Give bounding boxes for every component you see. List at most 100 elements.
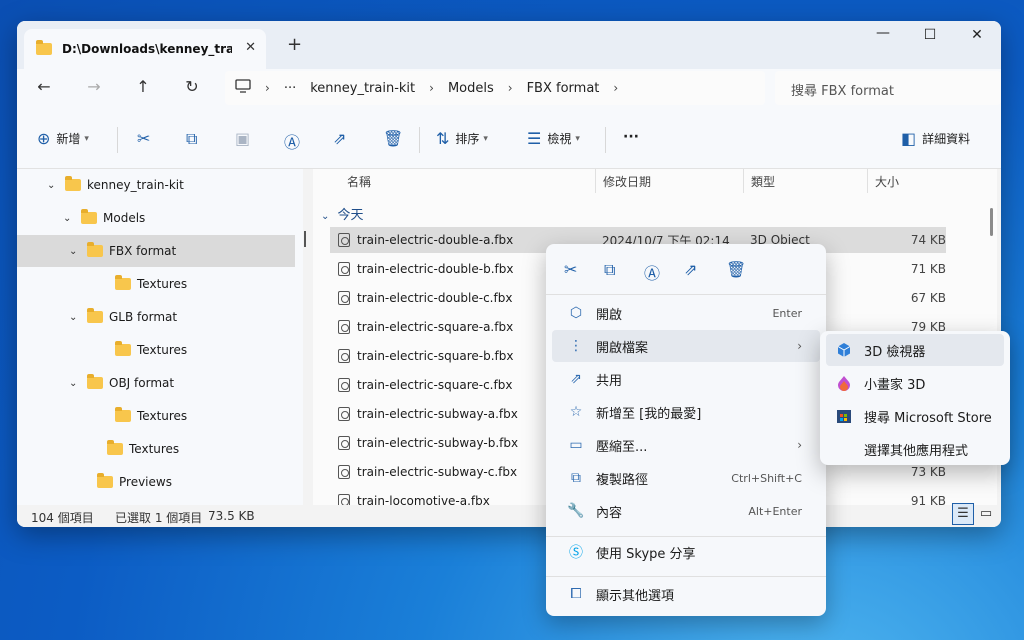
- file-name: train-electric-double-c.fbx: [357, 291, 513, 305]
- submenu-item[interactable]: 3D 檢視器: [826, 334, 1004, 366]
- 3d-file-icon: [338, 378, 350, 392]
- breadcrumb-separator: ›: [613, 81, 619, 95]
- submenu-label: 選擇其他應用程式: [864, 443, 969, 459]
- tree-item[interactable]: Textures: [17, 433, 295, 465]
- tree-item[interactable]: ⌄ OBJ format: [17, 367, 295, 399]
- back-button[interactable]: ←: [30, 77, 58, 101]
- chevron-down-icon: ▾: [575, 133, 580, 144]
- tree-item-label: Textures: [129, 442, 180, 456]
- sort-button[interactable]: ⇅ 排序 ▾: [436, 129, 488, 148]
- column-header-type[interactable]: 類型: [751, 173, 775, 190]
- search-input[interactable]: 搜尋 FBX format: [775, 71, 1001, 105]
- submenu-item[interactable]: 搜尋 Microsoft Store: [826, 400, 1004, 432]
- trash-icon[interactable]: 🗑: [726, 260, 746, 279]
- ctx-item[interactable]: ⇗ 共用: [552, 363, 820, 395]
- close-tab-icon[interactable]: ✕: [245, 40, 256, 55]
- refresh-button[interactable]: ↻: [178, 77, 206, 101]
- breadcrumb-separator: ›: [507, 81, 513, 95]
- column-divider: [867, 169, 868, 193]
- command-toolbar: ⊕ 新增 ▾ ✂ ⧉ ▣ Ⓐ ⇗ 🗑 ⇅ 排序 ▾ ☰ 檢視 ▾ ··· ◧ 詳…: [17, 109, 1001, 169]
- minimize-button[interactable]: —: [860, 25, 906, 41]
- ctx-item-label: 使用 Skype 分享: [596, 546, 696, 562]
- address-bar[interactable]: › ··· kenney_train-kit › Models › FBX fo…: [225, 71, 765, 105]
- breadcrumb-more[interactable]: ···: [284, 81, 296, 96]
- new-tab-button[interactable]: +: [287, 34, 302, 55]
- ctx-item[interactable]: ⬡ 開啟 Enter: [552, 297, 820, 329]
- ctx-item[interactable]: ⧉ 複製路徑 Ctrl+Shift+C: [552, 462, 820, 494]
- ctx-item[interactable]: ⋮ 開啟檔案 ›: [552, 330, 820, 362]
- 3d-file-icon: [338, 291, 350, 305]
- breadcrumb-item[interactable]: FBX format: [527, 81, 600, 96]
- copy-icon[interactable]: ⧉: [604, 260, 615, 280]
- tree-item[interactable]: Textures: [17, 400, 295, 432]
- rename-icon[interactable]: Ⓐ: [644, 260, 660, 284]
- toolbar-divider: [117, 127, 118, 153]
- forward-button[interactable]: →: [80, 77, 108, 101]
- tiles-view-button[interactable]: ▭: [975, 503, 997, 525]
- details-pane-button[interactable]: ◧ 詳細資料: [901, 129, 970, 148]
- new-button[interactable]: ⊕ 新增 ▾: [37, 129, 89, 148]
- ctx-item-skype-share[interactable]: Ⓢ 使用 Skype 分享: [552, 536, 820, 568]
- 3d-file-icon: [338, 349, 350, 363]
- tree-item-label: FBX format: [109, 244, 177, 258]
- maximize-button[interactable]: ☐: [907, 27, 953, 43]
- group-header-today[interactable]: ⌄ 今天: [321, 204, 364, 223]
- menu-divider: [546, 576, 826, 577]
- more-options-icon: ⧠: [570, 586, 582, 602]
- submenu-label: 3D 檢視器: [864, 344, 926, 360]
- store-icon: [834, 407, 854, 425]
- ctx-item[interactable]: 🔧 內容 Alt+Enter: [552, 495, 820, 527]
- tree-item[interactable]: ⌄ kenney_train-kit: [17, 169, 295, 201]
- chevron-down-icon[interactable]: ⌄: [47, 180, 65, 191]
- breadcrumb-item[interactable]: Models: [448, 81, 494, 96]
- ctx-item[interactable]: ☆ 新增至 [我的最愛]: [552, 396, 820, 428]
- tree-item[interactable]: Previews: [17, 466, 295, 498]
- chevron-down-icon[interactable]: ⌄: [63, 213, 81, 224]
- see-more-button[interactable]: ···: [623, 129, 639, 145]
- tree-item-label: OBJ format: [109, 376, 175, 390]
- chevron-down-icon[interactable]: ⌄: [69, 246, 87, 257]
- column-header-date[interactable]: 修改日期: [603, 173, 651, 190]
- details-label: 詳細資料: [922, 132, 971, 146]
- share-button[interactable]: ⇗: [333, 129, 352, 148]
- submenu-item[interactable]: 選擇其他應用程式: [826, 433, 1004, 465]
- tree-item[interactable]: Textures: [17, 268, 295, 300]
- tree-item[interactable]: ⌄ Models: [17, 202, 295, 234]
- cut-button[interactable]: ✂: [137, 129, 156, 148]
- ctx-item-label: 共用: [596, 373, 623, 389]
- ctx-item-more-options[interactable]: ⧠ 顯示其他選項: [552, 578, 820, 610]
- chevron-down-icon[interactable]: ⌄: [69, 312, 87, 323]
- file-name: train-electric-square-b.fbx: [357, 349, 514, 363]
- up-button[interactable]: ↑: [129, 77, 157, 101]
- chevron-down-icon: ▾: [483, 133, 488, 144]
- plus-circle-icon: ⊕: [37, 129, 51, 148]
- tree-item[interactable]: ⌄ FBX format: [17, 235, 295, 267]
- chevron-down-icon[interactable]: ⌄: [69, 378, 87, 389]
- ctx-item-label: 開啟: [596, 307, 623, 323]
- pane-splitter[interactable]: [304, 231, 306, 247]
- column-header-name[interactable]: 名稱: [347, 173, 371, 190]
- submenu-item[interactable]: 小畫家 3D: [826, 367, 1004, 399]
- share-icon[interactable]: ⇗: [684, 260, 697, 279]
- tree-item[interactable]: Textures: [17, 334, 295, 366]
- folder-icon: [107, 440, 123, 455]
- file-name: train-electric-double-a.fbx: [357, 233, 514, 247]
- folder-icon: [115, 341, 131, 356]
- delete-button[interactable]: 🗑: [383, 129, 409, 148]
- tab-current[interactable]: D:\Downloads\kenney_train-ki ✕: [24, 29, 266, 69]
- copy-button[interactable]: ⧉: [186, 129, 203, 149]
- tree-item[interactable]: ⌄ GLB format: [17, 301, 295, 333]
- close-window-button[interactable]: ✕: [954, 27, 1000, 43]
- column-header-size[interactable]: 大小: [875, 173, 899, 190]
- view-button[interactable]: ☰ 檢視 ▾: [527, 129, 580, 148]
- folder-icon: [87, 374, 103, 389]
- paste-button[interactable]: ▣: [235, 129, 256, 148]
- blank-icon: [834, 440, 854, 458]
- breadcrumb-item[interactable]: kenney_train-kit: [310, 81, 415, 96]
- rename-button[interactable]: Ⓐ: [284, 129, 306, 153]
- details-view-button[interactable]: ☰: [952, 503, 974, 525]
- context-menu: ✂ ⧉ Ⓐ ⇗ 🗑 ⬡ 開啟 Enter ⋮ 開啟檔案 › ⇗ 共用 ☆ 新增至 [我的最愛] ▭ 壓…: [546, 244, 826, 616]
- scrollbar-thumb[interactable]: [990, 208, 993, 236]
- ctx-item[interactable]: ▭ 壓縮至... ›: [552, 429, 820, 461]
- cut-icon[interactable]: ✂: [564, 260, 577, 279]
